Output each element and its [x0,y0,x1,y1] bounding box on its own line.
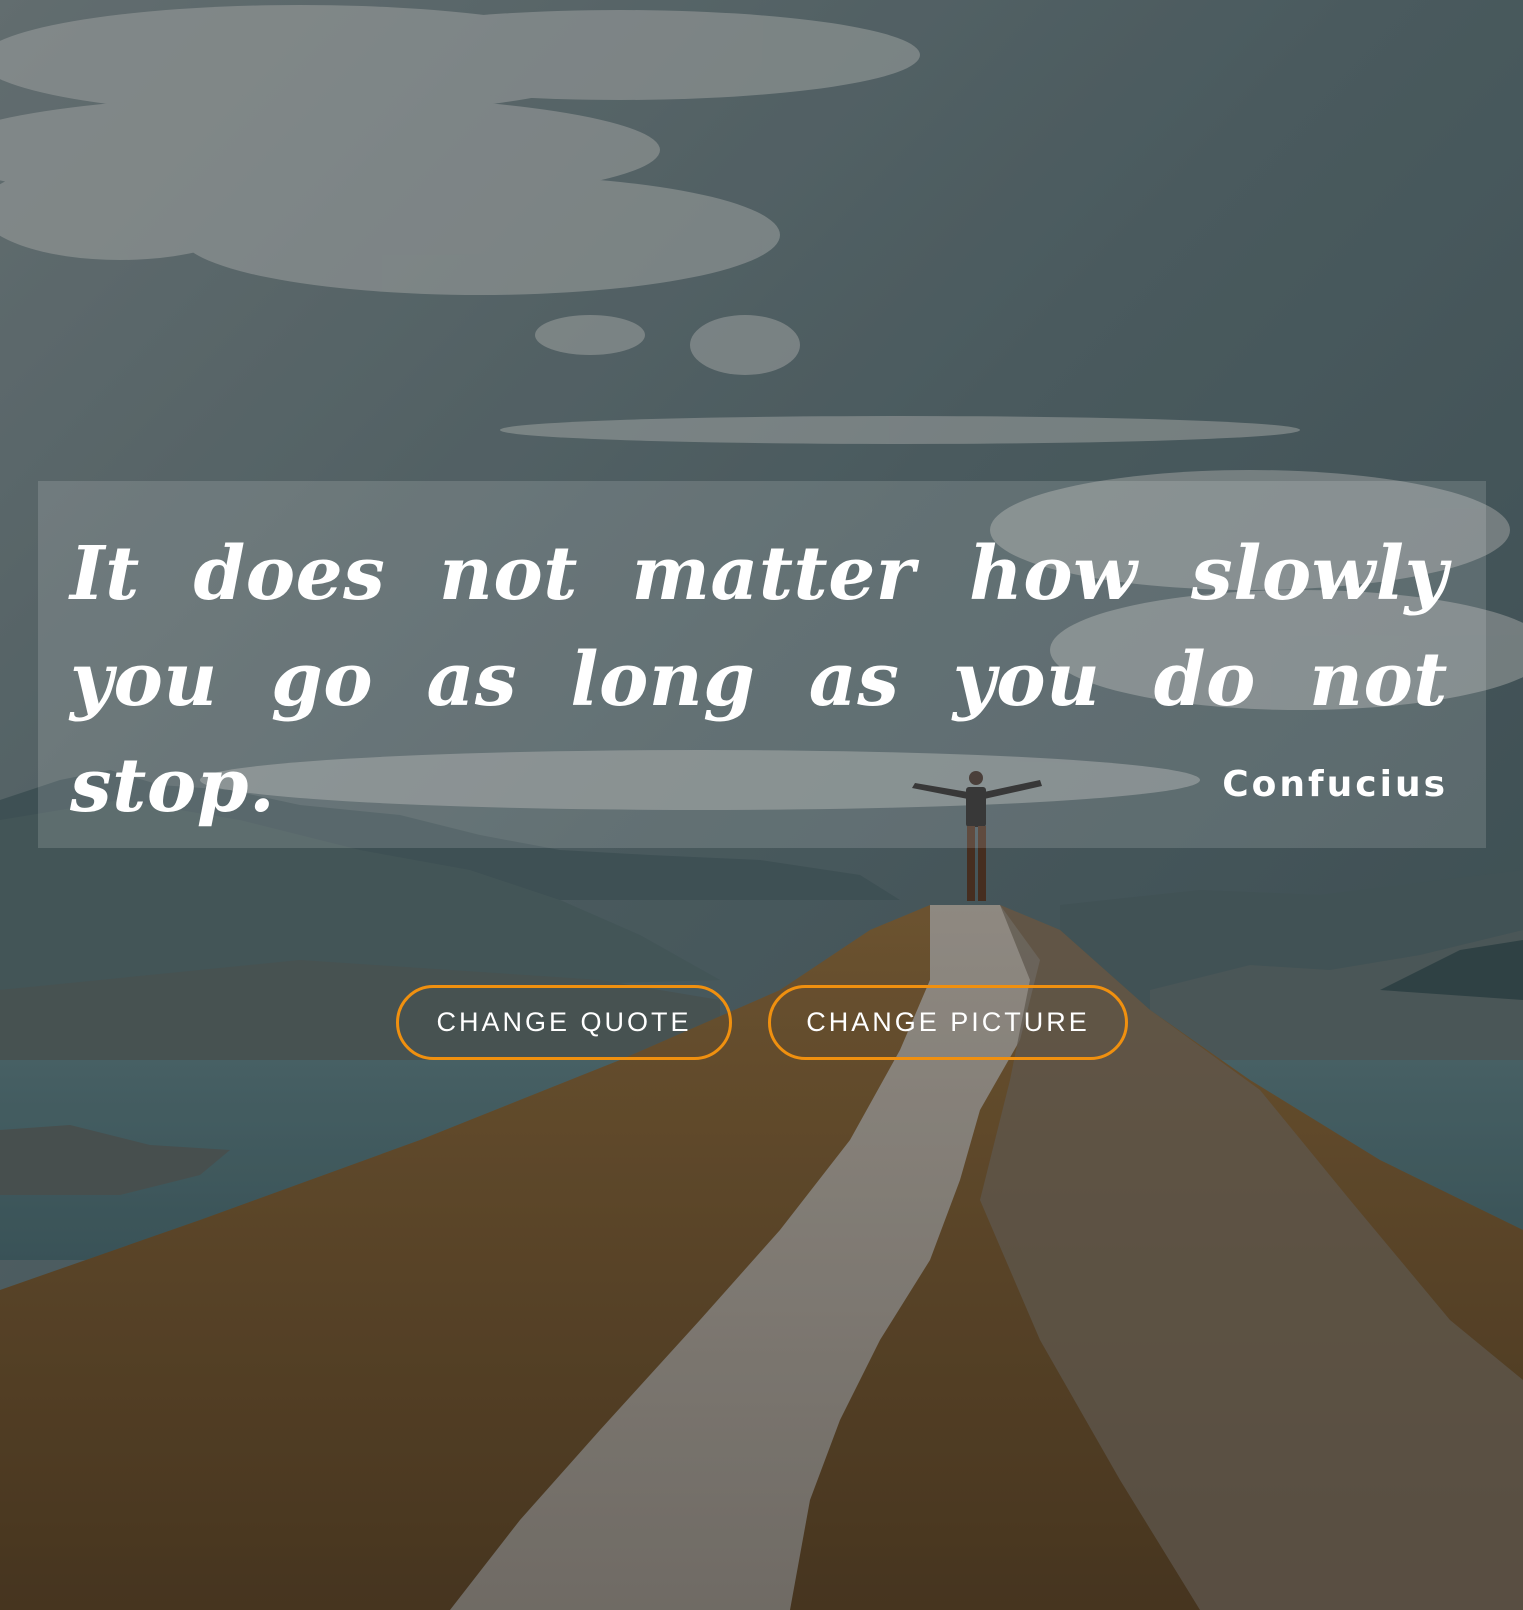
change-quote-button[interactable]: CHANGE QUOTE [396,985,732,1060]
change-picture-button[interactable]: CHANGE PICTURE [768,985,1128,1060]
action-buttons: CHANGE QUOTE CHANGE PICTURE [396,985,1128,1060]
page-root: It does not matter how slowly you go as … [0,0,1523,1610]
quote-card: It does not matter how slowly you go as … [38,481,1486,848]
quote-author: Confucius [1222,764,1448,805]
